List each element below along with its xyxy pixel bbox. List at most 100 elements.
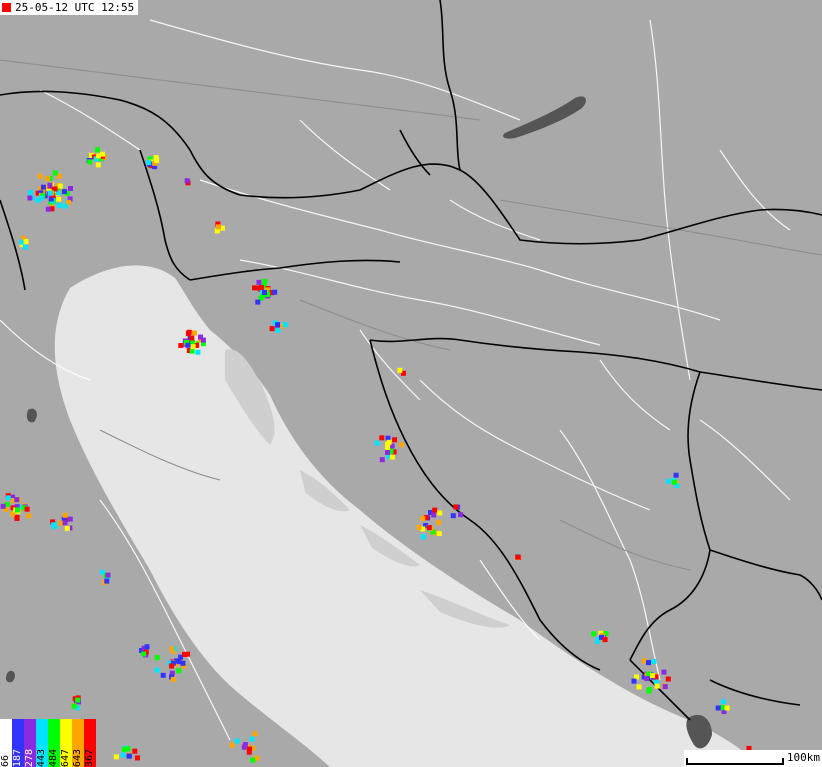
strike-marker (379, 457, 385, 463)
strike-marker (255, 299, 261, 305)
strike-marker (189, 348, 195, 354)
strike-marker (720, 699, 726, 705)
strike-marker (591, 631, 597, 637)
strike-marker (191, 330, 197, 336)
strike-marker (64, 525, 70, 531)
legend-bin: 484 (48, 719, 60, 767)
strike-marker (374, 440, 380, 446)
strike-marker (28, 190, 34, 196)
strike-marker (121, 746, 127, 752)
legend-bin-label: 647 (60, 748, 71, 767)
strike-marker (379, 435, 385, 441)
legend-bin-label: 278 (24, 748, 35, 767)
strike-marker (216, 224, 221, 230)
strike-marker (185, 342, 191, 348)
strike-marker (169, 646, 175, 652)
scale-bar: 100km (684, 750, 822, 767)
legend-bin: 643 (72, 719, 84, 767)
strike-marker (515, 554, 521, 560)
strike-marker (661, 669, 667, 675)
strike-marker (141, 651, 147, 657)
strike-marker (71, 703, 77, 709)
strike-marker (176, 668, 182, 674)
strike-marker (252, 731, 258, 737)
strike-marker (646, 660, 651, 666)
strike-marker (671, 479, 677, 485)
strike-marker (169, 663, 174, 669)
strike-marker (120, 752, 126, 758)
strike-marker (269, 326, 275, 332)
strike-marker (453, 504, 459, 510)
strike-marker (154, 667, 160, 673)
strike-marker (180, 660, 186, 666)
strike-marker (135, 755, 140, 761)
strike-marker (258, 285, 264, 290)
legend-bin-label: 367 (84, 748, 95, 767)
strike-marker (95, 147, 100, 153)
strike-marker (397, 367, 403, 373)
legend-bin-label: 187 (12, 748, 23, 767)
strike-marker (385, 450, 390, 455)
strike-marker (450, 513, 456, 519)
strike-marker (104, 578, 110, 584)
scale-tick (782, 758, 784, 765)
strike-marker (75, 697, 81, 703)
legend-bin-label: 643 (72, 748, 83, 767)
strike-marker (68, 186, 73, 191)
strike-marker (62, 520, 68, 526)
strike-marker (385, 441, 391, 447)
scale-line (686, 763, 784, 765)
strike-marker (14, 497, 20, 503)
strike-marker (275, 322, 281, 328)
strike-marker (37, 173, 43, 179)
strike-marker (673, 472, 679, 478)
strike-marker (262, 290, 267, 295)
scale-label: 100km (786, 751, 820, 764)
strike-marker (249, 736, 255, 742)
strike-marker (38, 195, 44, 201)
strike-marker (392, 437, 398, 443)
strike-marker (52, 170, 58, 176)
strike-marker (160, 672, 166, 678)
strike-marker (178, 343, 184, 348)
strike-marker (126, 753, 132, 759)
strike-marker (113, 754, 119, 760)
strike-marker (234, 738, 240, 744)
strike-marker (186, 329, 192, 335)
strike-marker (47, 182, 53, 188)
strike-marker (250, 757, 256, 763)
legend-bin-label: 66 (0, 754, 11, 767)
legend-bin: 187 (12, 719, 24, 767)
strike-marker (24, 506, 30, 512)
strike-marker (246, 749, 252, 755)
lightning-map (0, 0, 822, 767)
strike-marker (154, 157, 160, 163)
strike-marker (45, 176, 51, 182)
legend-bin-label: 443 (36, 748, 47, 767)
strike-marker (132, 748, 138, 754)
strike-marker (57, 520, 63, 526)
strike-marker (436, 531, 442, 536)
strike-marker (654, 683, 660, 689)
strike-marker (57, 183, 63, 189)
strike-marker (144, 644, 150, 650)
strike-marker (644, 676, 650, 682)
newest-strike-icon (2, 3, 11, 12)
legend-bin: 367 (84, 719, 96, 767)
strike-marker (416, 524, 422, 530)
strike-marker (458, 512, 464, 518)
strike-marker (95, 153, 101, 159)
strike-marker (87, 159, 93, 165)
strike-marker (282, 322, 288, 328)
strike-marker (665, 676, 671, 682)
strike-marker (242, 742, 248, 748)
strike-marker (389, 454, 395, 460)
strike-marker (715, 705, 721, 711)
strike-marker (256, 279, 262, 285)
strike-marker (56, 196, 62, 202)
strike-marker (646, 687, 652, 692)
strike-marker (62, 203, 68, 209)
timestamp-label: 25-05-12 UTC 12:55 (15, 1, 135, 14)
legend-bin-label: 484 (48, 748, 59, 767)
strike-marker (437, 510, 443, 516)
